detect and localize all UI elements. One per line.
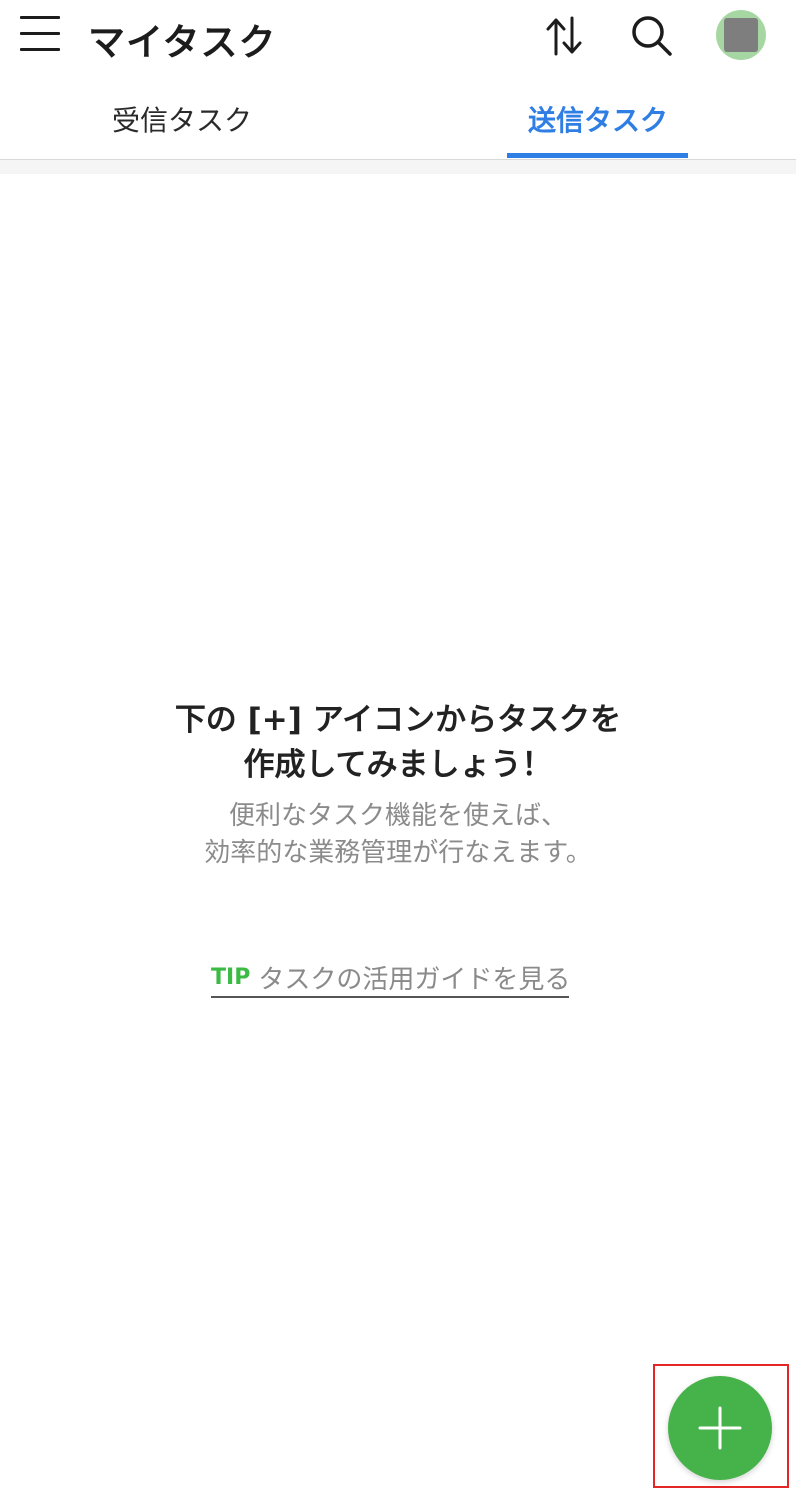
empty-state-title-line2: 作成してみましょう！ — [243, 747, 553, 783]
avatar-image — [724, 18, 758, 52]
page-title: マイタスク — [88, 21, 277, 64]
empty-state-subtitle-line1: 便利なタスク機能を使えば、 — [228, 801, 567, 831]
app-screen: マイタスク 受信タスク 送信タスク 下の [+] アイコンからタスクを 作成して… — [0, 0, 796, 1498]
hamburger-menu-icon[interactable] — [12, 10, 68, 58]
tip-badge: TIP — [211, 964, 251, 990]
tip-link-text: タスクの活用ガイドを見る — [258, 964, 571, 995]
empty-state-title-line1: 下の [+] アイコンからタスクを — [174, 702, 622, 738]
sort-button[interactable] — [536, 8, 592, 64]
search-icon — [632, 16, 672, 56]
tab-sent-tasks[interactable]: 送信タスク — [508, 78, 688, 159]
search-button[interactable] — [624, 8, 680, 64]
sort-arrows-icon — [546, 16, 582, 56]
active-tab-indicator — [507, 153, 688, 158]
tab-received-tasks[interactable]: 受信タスク — [84, 78, 280, 159]
empty-state-title: 下の [+] アイコンからタスクを 作成してみましょう！ — [0, 698, 796, 788]
avatar[interactable] — [716, 10, 766, 60]
tab-divider-shade — [0, 160, 796, 174]
task-tabs: 受信タスク 送信タスク — [0, 78, 796, 160]
task-guide-link[interactable]: TIP タスクの活用ガイドを見る — [211, 958, 571, 998]
empty-state-subtitle-line2: 効率的な業務管理が行なえます。 — [204, 838, 592, 868]
plus-icon — [698, 1406, 742, 1450]
empty-state-subtitle: 便利なタスク機能を使えば、 効率的な業務管理が行なえます。 — [0, 798, 796, 872]
top-bar: マイタスク — [0, 0, 796, 76]
add-task-button[interactable] — [668, 1376, 772, 1480]
